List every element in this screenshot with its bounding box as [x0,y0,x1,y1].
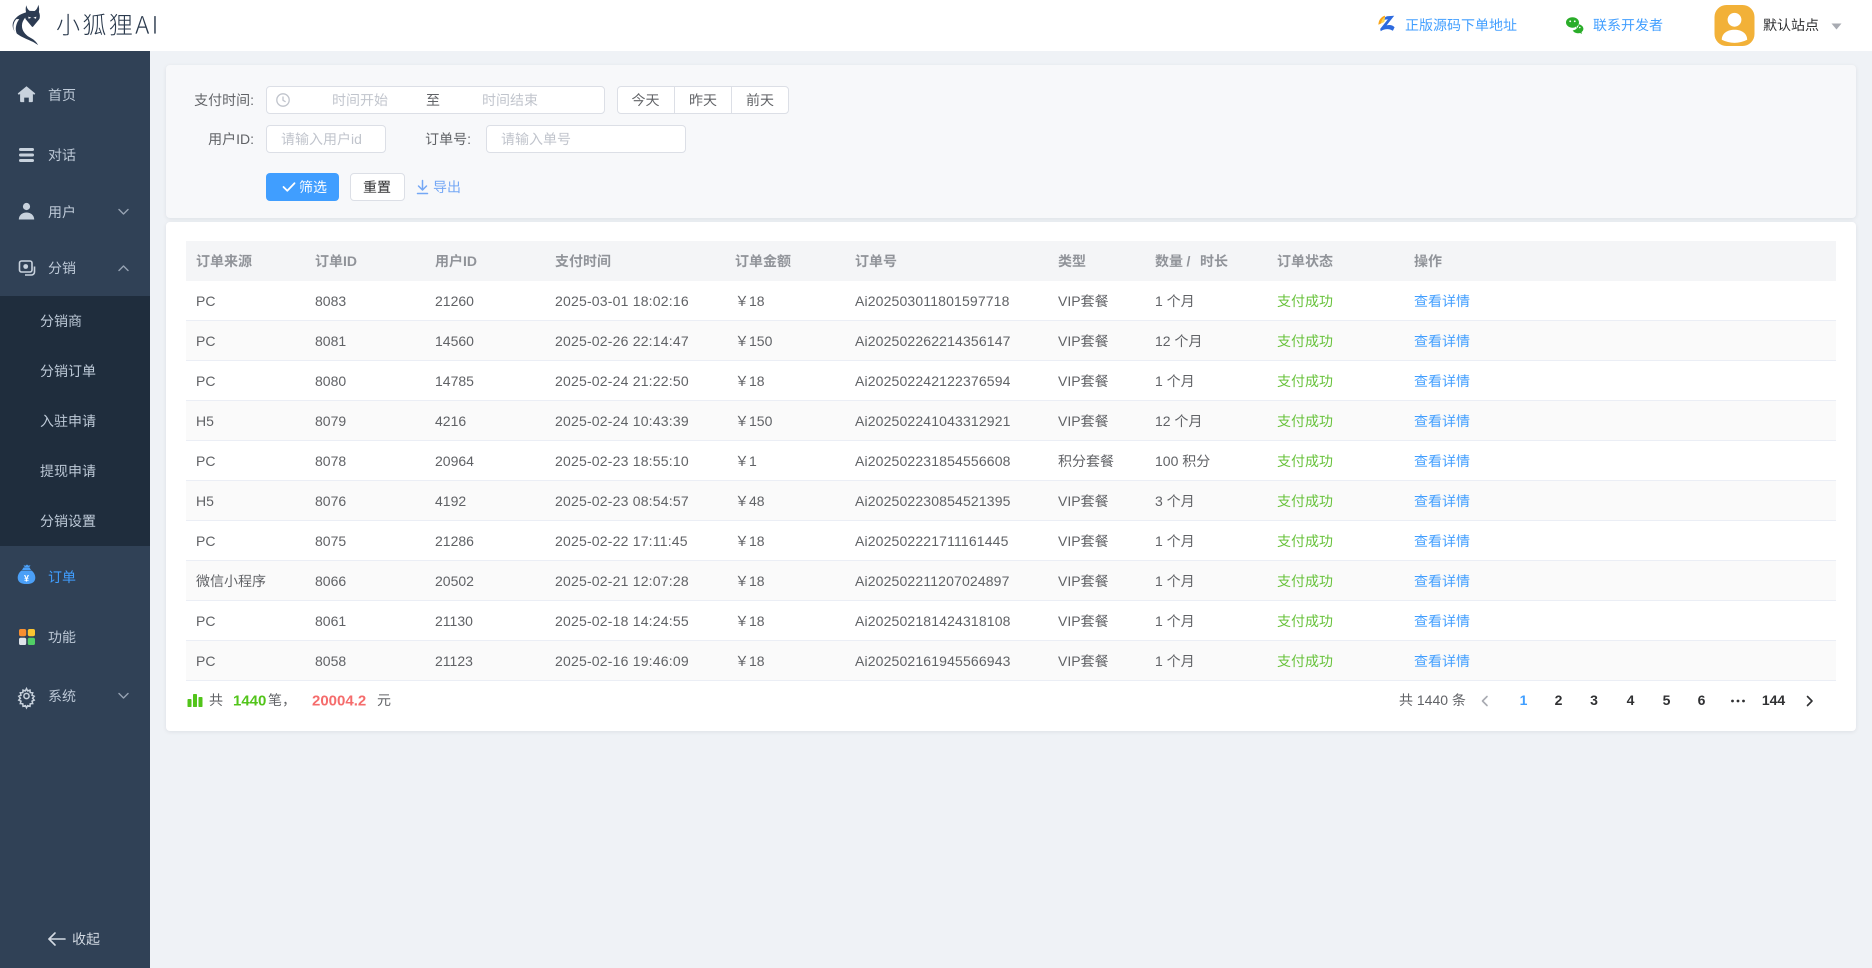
svg-text:8081: 8081 [315,333,346,349]
svg-text:Ai202503011801597718: Ai202503011801597718 [855,293,1010,309]
svg-text:2025-02-18 14:24:55: 2025-02-18 14:24:55 [555,613,689,629]
svg-text:5: 5 [1663,692,1671,708]
svg-text:4: 4 [1627,692,1635,708]
svg-text:1: 1 [1155,653,1167,669]
svg-text:1440: 1440 [1413,692,1452,708]
svg-text:PC: PC [196,533,215,549]
svg-text:8080: 8080 [315,373,346,389]
svg-text:2025-02-23 08:54:57: 2025-02-23 08:54:57 [555,493,689,509]
svg-text:ID:: ID: [236,131,254,147]
svg-text:1: 1 [1155,373,1167,389]
svg-text:1: 1 [1155,293,1167,309]
svg-text:8066: 8066 [315,573,346,589]
svg-text:150: 150 [749,413,773,429]
svg-text:ID: ID [343,253,357,269]
svg-text:20004.2: 20004.2 [312,692,366,709]
svg-text:1440: 1440 [233,692,266,709]
svg-text:Ai202502181424318108: Ai202502181424318108 [855,613,1011,629]
svg-text:20964: 20964 [435,453,474,469]
svg-text:14785: 14785 [435,373,474,389]
svg-text:PC: PC [196,333,215,349]
svg-text:ID: ID [463,253,477,269]
svg-text:100: 100 [1155,453,1182,469]
svg-text:2025-02-22 17:11:45: 2025-02-22 17:11:45 [555,533,688,549]
svg-text:Ai202502231854556608: Ai202502231854556608 [855,453,1011,469]
svg-text:18: 18 [749,653,765,669]
svg-text:VIP: VIP [1058,613,1081,629]
svg-text:Ai202502211207024897: Ai202502211207024897 [855,573,1010,589]
svg-text:8083: 8083 [315,293,346,309]
svg-text:8076: 8076 [315,493,346,509]
svg-text:4192: 4192 [435,493,466,509]
svg-text:1: 1 [1155,533,1167,549]
svg-text:12: 12 [1155,333,1174,349]
svg-text:VIP: VIP [1058,293,1081,309]
svg-text::: : [250,92,254,108]
svg-text:14560: 14560 [435,333,474,349]
svg-text:VIP: VIP [1058,493,1081,509]
svg-text:4216: 4216 [435,413,466,429]
svg-text:PC: PC [196,453,215,469]
svg-text:3: 3 [1155,493,1167,509]
svg-text:8075: 8075 [315,533,346,549]
svg-text:VIP: VIP [1058,653,1081,669]
svg-text:8058: 8058 [315,653,346,669]
svg-text:1: 1 [749,453,757,469]
svg-text:150: 150 [749,333,773,349]
svg-text:VIP: VIP [1058,373,1081,389]
svg-text:Ai202502161945566943: Ai202502161945566943 [855,653,1011,669]
svg-text:8078: 8078 [315,453,346,469]
svg-text:PC: PC [196,373,215,389]
svg-text:PC: PC [196,653,215,669]
svg-text:2: 2 [1555,692,1563,708]
svg-text:18: 18 [749,613,765,629]
svg-text:144: 144 [1762,692,1786,708]
svg-text:¥: ¥ [24,574,29,584]
svg-text:20502: 20502 [435,573,474,589]
svg-text:VIP: VIP [1058,573,1081,589]
svg-text:2025-02-26 22:14:47: 2025-02-26 22:14:47 [555,333,689,349]
svg-text:H5: H5 [196,413,214,429]
svg-text:21130: 21130 [435,613,473,629]
svg-text:Ai202502230854521395: Ai202502230854521395 [855,493,1011,509]
svg-text:2025-03-01 18:02:16: 2025-03-01 18:02:16 [555,293,689,309]
svg-text:8079: 8079 [315,413,346,429]
svg-text:6: 6 [1698,692,1706,708]
svg-text:18: 18 [749,533,765,549]
svg-text:Ai202502221711161445: Ai202502221711161445 [855,533,1009,549]
svg-text:21286: 21286 [435,533,474,549]
svg-text:PC: PC [196,293,215,309]
svg-text:VIP: VIP [1058,533,1081,549]
svg-text:2025-02-21 12:07:28: 2025-02-21 12:07:28 [555,573,689,589]
svg-text:2025-02-24 10:43:39: 2025-02-24 10:43:39 [555,413,689,429]
svg-text::: : [467,131,471,147]
svg-text:id: id [351,131,362,147]
svg-text:Ai202502242122376594: Ai202502242122376594 [855,373,1011,389]
svg-text:PC: PC [196,613,215,629]
svg-text:18: 18 [749,293,765,309]
svg-text:1: 1 [1155,613,1167,629]
svg-text:8061: 8061 [315,613,346,629]
svg-text:VIP: VIP [1058,413,1081,429]
svg-text:H5: H5 [196,493,214,509]
svg-text:21123: 21123 [435,653,473,669]
svg-text:3: 3 [1590,692,1598,708]
svg-text:1: 1 [1520,692,1528,708]
svg-text:/: / [1187,253,1191,269]
svg-text:21260: 21260 [435,293,474,309]
svg-text:Ai202502262214356147: Ai202502262214356147 [855,333,1011,349]
svg-text:18: 18 [749,373,765,389]
svg-text:2025-02-23 18:55:10: 2025-02-23 18:55:10 [555,453,689,469]
svg-text:12: 12 [1155,413,1174,429]
svg-text:Ai202502241043312921: Ai202502241043312921 [855,413,1011,429]
svg-text:48: 48 [749,493,765,509]
svg-text:2025-02-16 19:46:09: 2025-02-16 19:46:09 [555,653,689,669]
svg-text:18: 18 [749,573,765,589]
svg-text:1: 1 [1155,573,1167,589]
svg-text:2025-02-24 21:22:50: 2025-02-24 21:22:50 [555,373,689,389]
svg-text:VIP: VIP [1058,333,1081,349]
